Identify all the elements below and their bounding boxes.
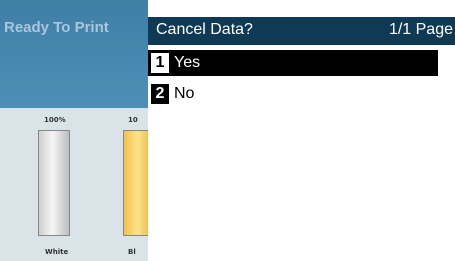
option-label: No — [174, 85, 195, 102]
page-indicator: 1/1 Page — [388, 21, 453, 38]
option-number-badge: 2 — [151, 84, 169, 104]
cancel-data-dialog: Cancel Data? 1/1 Page 1 Yes 2 No — [148, 0, 455, 261]
printer-status-text: Ready To Print — [4, 19, 109, 36]
status-screen-background: Ready To Print 100% White 10 Bl — [0, 0, 148, 261]
option-no[interactable]: 2 No — [148, 81, 438, 107]
gauge-color-name: Bl — [128, 248, 136, 256]
white-toner-gauge — [38, 130, 70, 236]
gauge-percent-label: 100% — [44, 116, 66, 124]
gauge-percent-label: 10 — [128, 116, 138, 124]
status-header: Ready To Print — [0, 0, 148, 108]
option-label: Yes — [174, 54, 201, 71]
option-yes[interactable]: 1 Yes — [148, 50, 438, 76]
gauge-color-name: White — [45, 248, 69, 256]
dialog-title: Cancel Data? — [156, 21, 253, 38]
option-number-badge: 1 — [151, 53, 169, 73]
dialog-title-bar: Cancel Data? 1/1 Page — [148, 17, 455, 45]
second-toner-gauge — [123, 130, 148, 236]
